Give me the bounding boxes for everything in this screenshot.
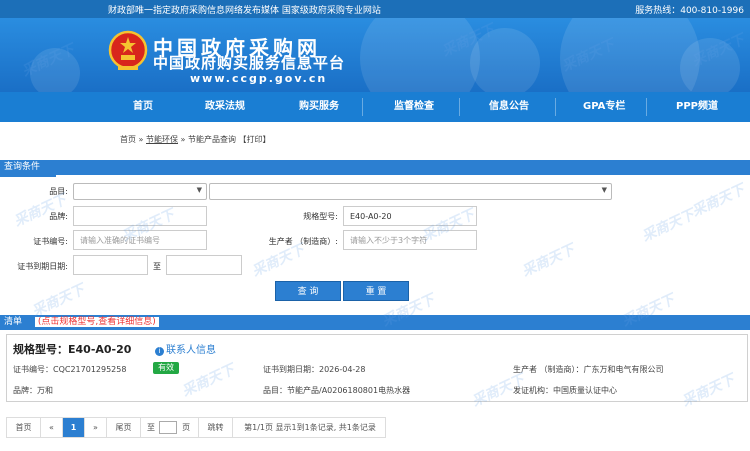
page-last[interactable]: 尾页 [107, 418, 141, 437]
watermark: 采商天下 [689, 181, 748, 220]
page-info: 第1/1页 显示1到1条记录, 共1条记录 [244, 423, 376, 432]
category-label: 品目: [49, 187, 68, 196]
pagination: 首页 « 1 » 尾页 至 页 跳转 第1/1页 显示1到1条记录, 共1条记录 [6, 417, 386, 438]
status-badge: 有效 [153, 362, 179, 374]
reset-button[interactable]: 重 置 [343, 281, 409, 301]
nav-ppp[interactable]: PPP频道 [676, 92, 718, 122]
result-card: 规格型号：E40-A0-20 i 联系人信息 证书编号：CQC2170129525… [6, 334, 748, 402]
spec-model-link[interactable]: 规格型号：E40-A0-20 [13, 341, 131, 357]
top-strip: 财政部唯一指定政府采购信息网络发布媒体 国家级政府采购专业网站 服务热线：400… [0, 0, 750, 18]
site-url: www.ccgp.gov.cn [190, 72, 328, 85]
nav-home[interactable]: 首页 [133, 92, 153, 122]
nav-announcements[interactable]: 信息公告 [489, 92, 529, 122]
list-section-title: 清单 [4, 317, 23, 327]
page-current[interactable]: 1 [63, 418, 85, 437]
nav-gpa[interactable]: GPA专栏 [583, 92, 625, 122]
model-input[interactable] [343, 206, 477, 226]
chevron-down-icon: ▼ [196, 186, 202, 194]
site-subtitle: 中国政府购买服务信息平台 [153, 54, 346, 72]
expire-date-value: 证书到期日期：2026-04-28 [263, 365, 366, 374]
expire-date-from[interactable] [73, 255, 148, 275]
watermark: 采商天下 [639, 206, 698, 245]
page-jump-button[interactable]: 跳转 [199, 418, 233, 437]
date-range-to: 至 [153, 262, 161, 271]
expire-date-to[interactable] [166, 255, 242, 275]
query-section-title: 查询条件 [4, 162, 41, 172]
maker-label: 生产者 （制造商）: [268, 237, 338, 246]
nav-regulations[interactable]: 政采法规 [205, 92, 245, 122]
service-hotline: 服务热线：400-810-1996 [635, 6, 744, 16]
query-section-header: 查询条件 [0, 160, 750, 177]
breadcrumb-eco[interactable]: 节能环保 [146, 135, 178, 144]
brand-label: 品牌: [49, 212, 68, 221]
category-select-primary[interactable]: ▼ [73, 183, 207, 200]
watermark: 采商天下 [519, 241, 578, 280]
info-icon: i [155, 347, 164, 356]
site-banner: 中国政府采购网 中国政府购买服务信息平台 www.ccgp.gov.cn [0, 18, 750, 92]
page-prev[interactable]: « [41, 418, 63, 437]
main-nav: 首页 政采法规 购买服务 监督检查 信息公告 GPA专栏 PPP频道 [0, 92, 750, 122]
site-slogan: 财政部唯一指定政府采购信息网络发布媒体 国家级政府采购专业网站 [108, 6, 381, 16]
brand-input[interactable] [73, 206, 207, 226]
page-first[interactable]: 首页 [7, 418, 41, 437]
list-section-header: 清单 (点击规格型号,查看详细信息) [0, 315, 750, 330]
expire-date-label: 证书到期日期: [17, 262, 68, 271]
breadcrumb-separator: » [138, 135, 144, 144]
page-next[interactable]: » [85, 418, 107, 437]
cert-no-value: 证书编号：CQC21701295258 [13, 365, 127, 374]
search-button[interactable]: 查 询 [275, 281, 341, 301]
page-number-input[interactable] [159, 421, 177, 434]
nav-purchase-service[interactable]: 购买服务 [299, 92, 339, 122]
maker-input[interactable] [343, 230, 477, 250]
category-select-secondary[interactable]: ▼ [209, 183, 612, 200]
cert-no-input[interactable] [73, 230, 207, 250]
breadcrumb-home[interactable]: 首页 [120, 135, 136, 144]
print-link[interactable]: 【打印】 [239, 135, 271, 144]
breadcrumb-separator: » [180, 135, 186, 144]
breadcrumb-current: 节能产品查询 [188, 135, 236, 144]
chevron-down-icon: ▼ [601, 186, 607, 194]
breadcrumb: 首页 » 节能环保 » 节能产品查询 【打印】 [120, 134, 271, 145]
contact-info-label: 联系人信息 [166, 345, 216, 356]
page-goto-prefix: 至 [147, 423, 155, 432]
national-emblem-icon [108, 30, 148, 70]
cert-no-label: 证书编号: [33, 237, 68, 246]
brand-value: 品牌：万和 [13, 386, 53, 395]
list-hint: (点击规格型号,查看详细信息) [34, 317, 159, 327]
issuer-value: 发证机构：中国质量认证中心 [513, 386, 617, 395]
nav-supervision[interactable]: 监督检查 [394, 92, 434, 122]
contact-info-link[interactable]: i 联系人信息 [155, 341, 216, 356]
category-value: 品目：节能产品/A0206180801电热水器 [263, 386, 411, 395]
maker-value: 生产者 （制造商）：广东万和电气有限公司 [513, 365, 664, 374]
model-label: 规格型号: [303, 212, 338, 221]
page-goto-suffix: 页 [182, 423, 191, 432]
